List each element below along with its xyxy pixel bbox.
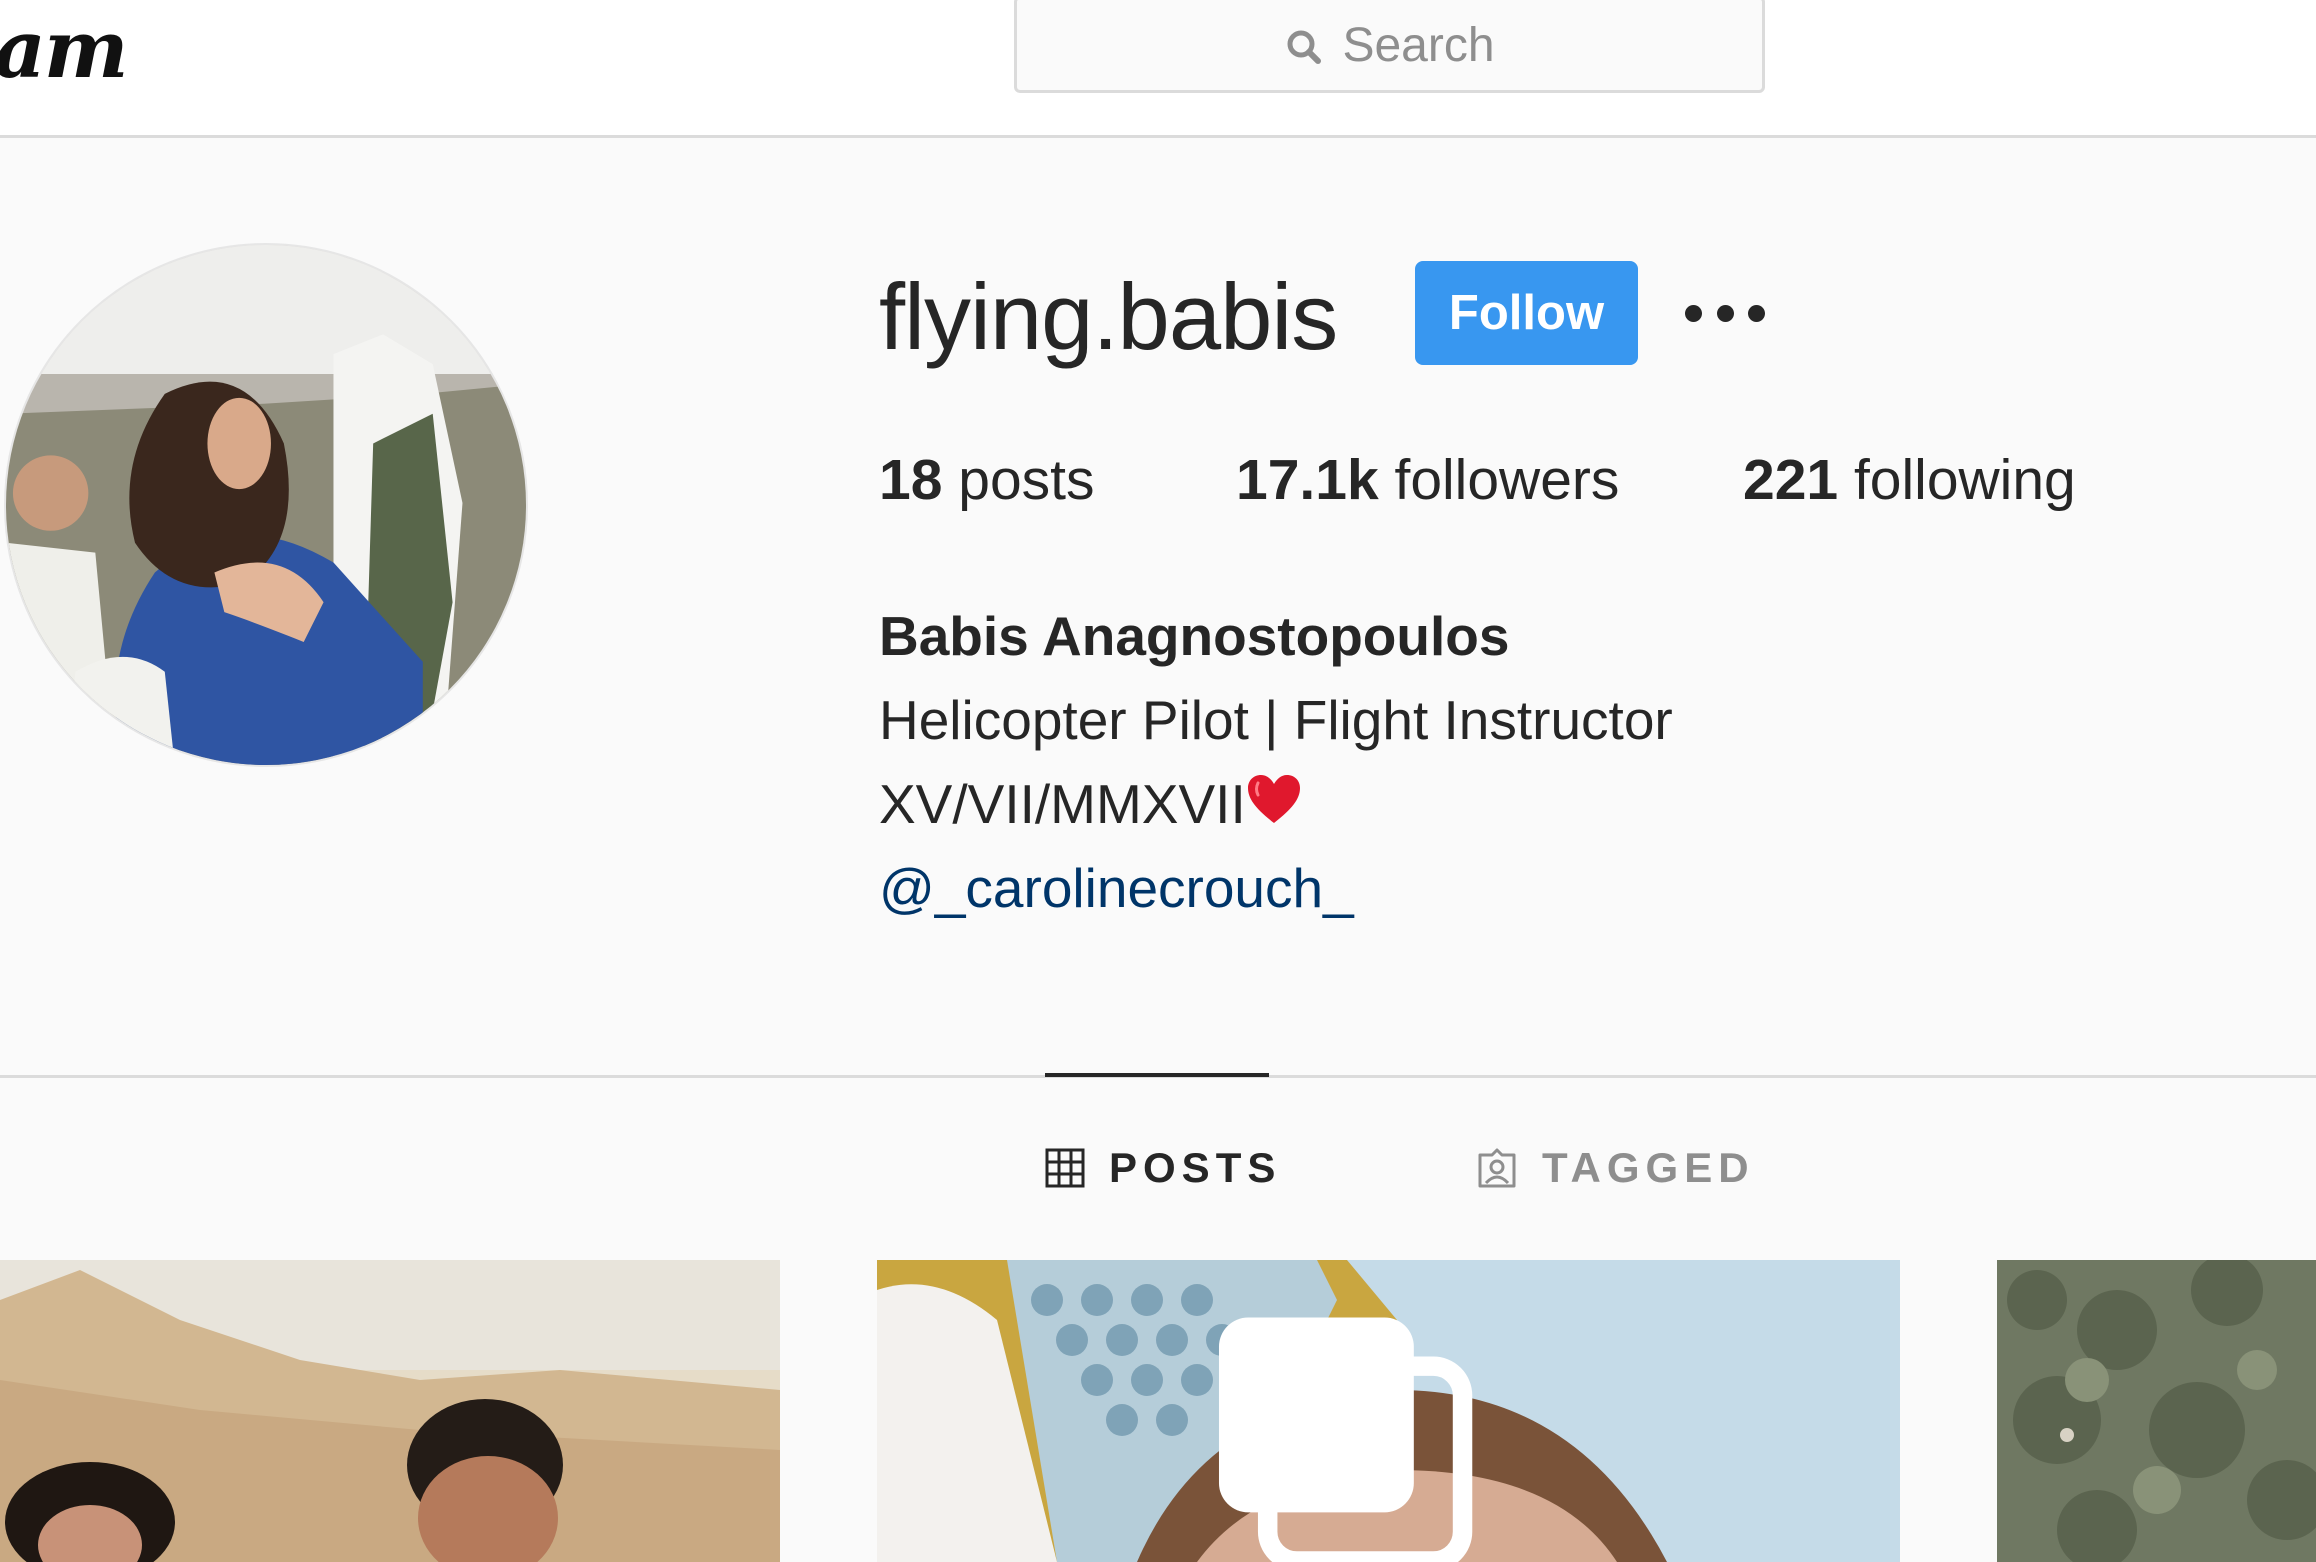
- more-dot: [1748, 304, 1765, 322]
- multiple-posts-icon: [1218, 1317, 1473, 1562]
- instagram-logo[interactable]: am: [0, 4, 128, 94]
- more-dot: [1716, 304, 1734, 322]
- top-navigation-bar: am Search: [0, 0, 2316, 138]
- search-icon: [1287, 30, 1322, 64]
- posts-label: posts: [958, 448, 1095, 512]
- post-thumbnail[interactable]: [877, 1260, 1900, 1562]
- bio-line-date: XV/VII/MMXVII: [879, 762, 2079, 846]
- posts-stat: 18 posts: [879, 446, 1095, 514]
- followers-count[interactable]: 17.1k: [1236, 448, 1379, 512]
- grid-icon: [1045, 1148, 1085, 1188]
- profile-username: flying.babis: [879, 264, 1338, 369]
- bio-date-text: XV/VII/MMXVII: [879, 773, 1246, 835]
- bio-mention-link[interactable]: @_carolinecrouch_: [879, 846, 2079, 930]
- tagged-icon: [1478, 1148, 1516, 1188]
- post-thumbnail[interactable]: [1997, 1260, 2316, 1562]
- search-box[interactable]: Search: [1014, 0, 1765, 93]
- more-dot: [1685, 304, 1702, 322]
- tab-tagged[interactable]: TAGGED: [1476, 1140, 1755, 1196]
- tab-posts-label[interactable]: POSTS: [1109, 1144, 1281, 1192]
- following-count[interactable]: 221: [1743, 448, 1838, 512]
- following-label[interactable]: following: [1854, 448, 2076, 512]
- posts-count: 18: [879, 448, 943, 512]
- active-tab-indicator: [1045, 1073, 1269, 1077]
- post-thumbnail[interactable]: [0, 1260, 780, 1562]
- follow-button[interactable]: Follow: [1415, 261, 1638, 365]
- more-options-icon[interactable]: [1685, 296, 1765, 330]
- bio-line-occupation: Helicopter Pilot | Flight Instructor: [879, 689, 1673, 751]
- following-stat[interactable]: 221 following: [1743, 446, 2076, 514]
- tab-tagged-label[interactable]: TAGGED: [1542, 1144, 1755, 1192]
- followers-label[interactable]: followers: [1394, 448, 1619, 512]
- followers-stat[interactable]: 17.1k followers: [1236, 446, 1619, 514]
- tab-posts[interactable]: POSTS: [1045, 1140, 1281, 1196]
- profile-bio: Babis Anagnostopoulos Helicopter Pilot |…: [879, 594, 2079, 930]
- search-placeholder[interactable]: Search: [1342, 18, 1494, 73]
- profile-full-name: Babis Anagnostopoulos: [879, 605, 1510, 667]
- profile-avatar[interactable]: [4, 243, 528, 767]
- heart-emoji-icon: [1247, 775, 1300, 823]
